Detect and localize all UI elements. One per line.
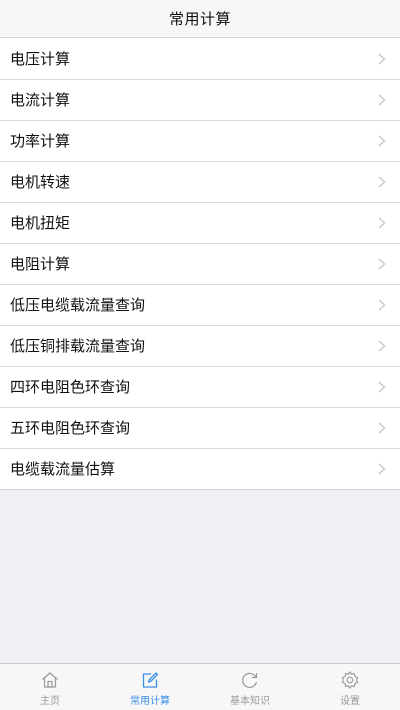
chevron-right-icon — [378, 380, 386, 393]
tab-bar: 主页 常用计算 基本知识 设置 — [0, 663, 400, 710]
gear-icon — [341, 671, 359, 689]
chevron-right-icon — [378, 134, 386, 147]
tab-common-calc[interactable]: 常用计算 — [100, 664, 200, 710]
tab-label: 基本知识 — [230, 696, 270, 707]
tab-label: 设置 — [340, 696, 360, 707]
list-item-label: 功率计算 — [10, 132, 71, 150]
tab-label: 常用计算 — [130, 696, 170, 707]
tab-basic-knowledge[interactable]: 基本知识 — [200, 664, 300, 710]
chevron-right-icon — [378, 216, 386, 229]
page-title: 常用计算 — [168, 10, 231, 28]
calculation-list: 电压计算 电流计算 功率计算 电机转速 电机扭矩 电阻计算 低压电缆载流量查询 … — [0, 38, 400, 490]
list-item-motor-torque[interactable]: 电机扭矩 — [0, 202, 400, 243]
list-item-lv-busbar-ampacity[interactable]: 低压铜排载流量查询 — [0, 325, 400, 366]
list-item-label: 低压铜排载流量查询 — [10, 337, 146, 355]
list-item-label: 电阻计算 — [10, 255, 71, 273]
chevron-right-icon — [378, 462, 386, 475]
list-item-cable-ampacity-estimate[interactable]: 电缆载流量估算 — [0, 448, 400, 489]
list-item-five-band-resistor[interactable]: 五环电阻色环查询 — [0, 407, 400, 448]
list-item-label: 低压电缆载流量查询 — [10, 296, 146, 314]
chevron-right-icon — [378, 52, 386, 65]
list-item-label: 四环电阻色环查询 — [10, 378, 131, 396]
list-item-lv-cable-ampacity[interactable]: 低压电缆载流量查询 — [0, 284, 400, 325]
tab-home[interactable]: 主页 — [0, 664, 100, 710]
refresh-icon — [242, 672, 258, 688]
chevron-right-icon — [378, 298, 386, 311]
chevron-right-icon — [378, 175, 386, 188]
list-item-label: 电压计算 — [10, 50, 71, 68]
list-item-label: 电机转速 — [10, 173, 71, 191]
list-item-four-band-resistor[interactable]: 四环电阻色环查询 — [0, 366, 400, 407]
chevron-right-icon — [378, 93, 386, 106]
edit-icon — [142, 672, 159, 688]
list-item-voltage[interactable]: 电压计算 — [0, 38, 400, 79]
tab-label: 主页 — [40, 696, 60, 707]
chevron-right-icon — [378, 421, 386, 434]
list-item-label: 电机扭矩 — [10, 214, 71, 232]
chevron-right-icon — [378, 339, 386, 352]
navigation-bar: 常用计算 — [0, 0, 400, 38]
tab-settings[interactable]: 设置 — [300, 664, 400, 710]
chevron-right-icon — [378, 257, 386, 270]
list-item-resistance[interactable]: 电阻计算 — [0, 243, 400, 284]
list-item-label: 电流计算 — [10, 91, 71, 109]
list-item-current[interactable]: 电流计算 — [0, 79, 400, 120]
home-icon — [42, 672, 58, 688]
list-item-motor-speed[interactable]: 电机转速 — [0, 161, 400, 202]
list-item-label: 电缆载流量估算 — [10, 460, 116, 478]
list-item-power[interactable]: 功率计算 — [0, 120, 400, 161]
list-item-label: 五环电阻色环查询 — [10, 419, 131, 437]
